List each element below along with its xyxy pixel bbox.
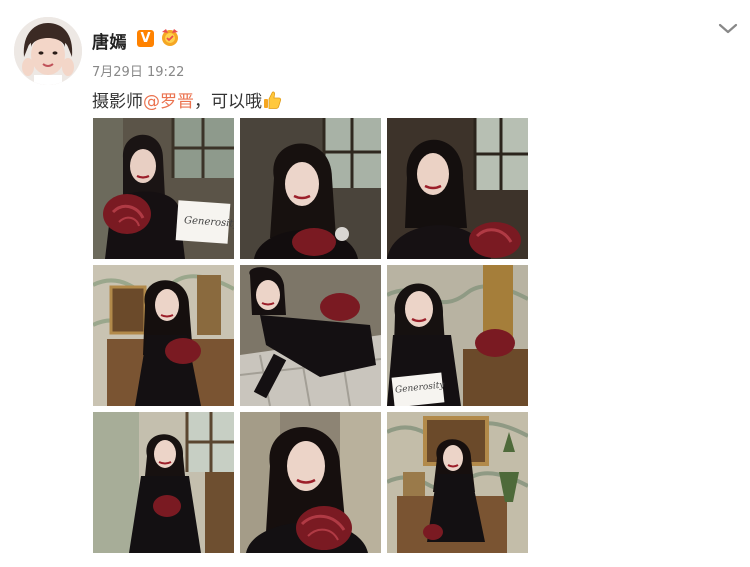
timestamp[interactable]: 7月29日 19:22 [92,61,184,80]
photo-4[interactable] [93,265,234,406]
username[interactable]: 唐嫣 [92,28,127,53]
photo-6[interactable]: Generosity [387,265,528,406]
photo-1[interactable]: Generosity [93,118,234,259]
mention-link[interactable]: @罗晋 [143,92,194,112]
chevron-down-icon[interactable] [717,20,739,36]
medal-icon [162,29,178,46]
photo-grid: Generosity Generosity [93,118,528,553]
post-text-after: ，可以哦 [194,92,262,112]
photo-9[interactable] [387,412,528,553]
post-text-before: 摄影师 [92,92,143,112]
photo-2[interactable] [240,118,381,259]
photo-5[interactable] [240,265,381,406]
vip-badge: V [137,30,154,47]
thumbs-up-emoji [264,91,282,109]
photo-7[interactable] [93,412,234,553]
avatar[interactable] [14,17,82,85]
photo-8[interactable] [240,412,381,553]
post-text: 摄影师@罗晋，可以哦 [92,87,282,112]
photo-3[interactable] [387,118,528,259]
avatar-image [14,17,82,85]
